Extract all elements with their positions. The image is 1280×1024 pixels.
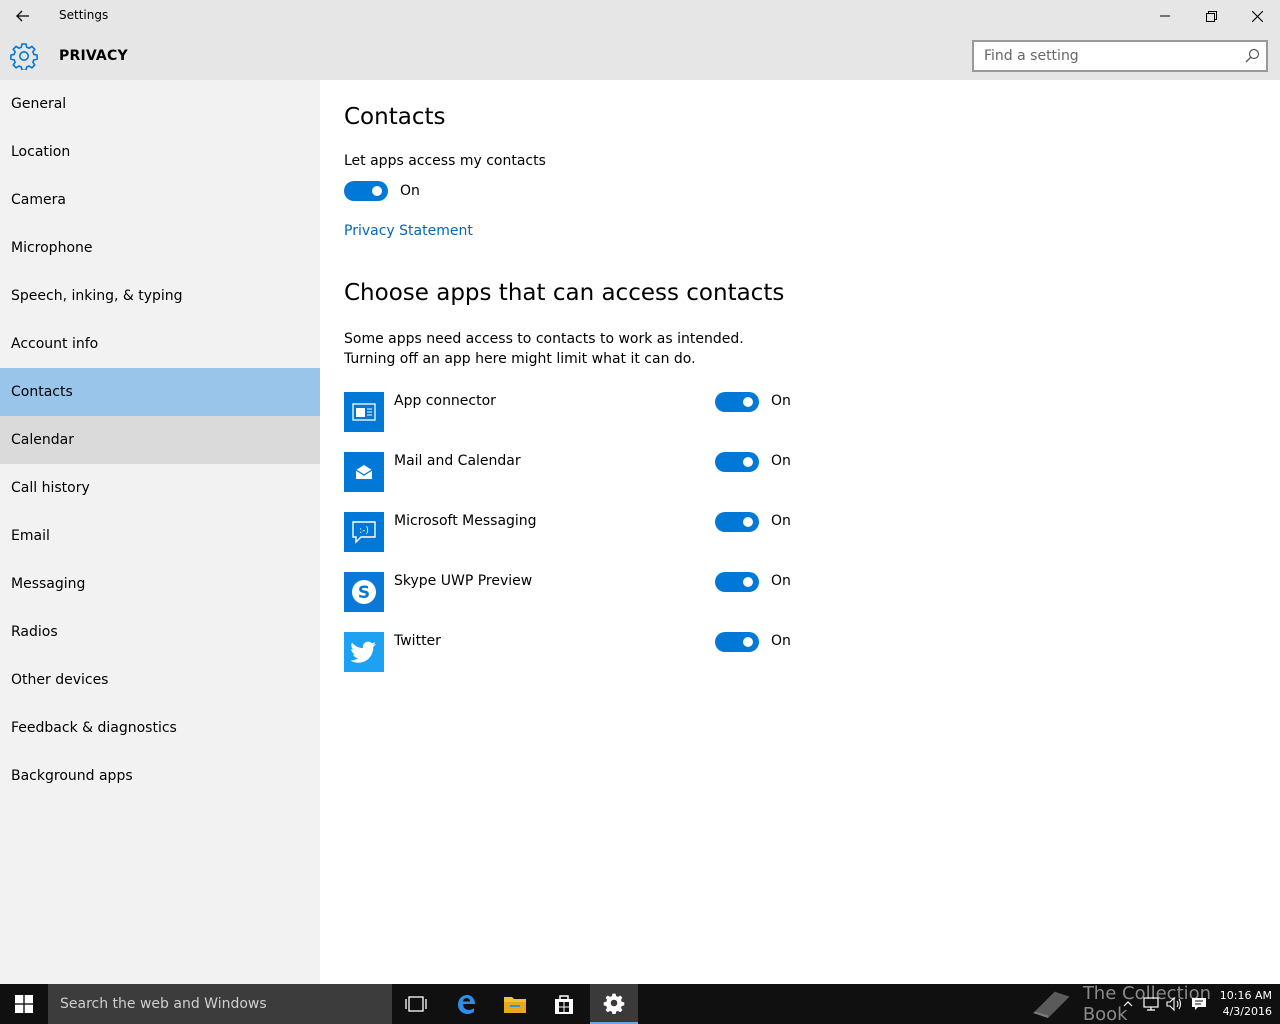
sidebar-item-other-devices[interactable]: Other devices [0, 656, 320, 704]
minimize-button[interactable] [1142, 0, 1188, 32]
window-title: Settings [59, 8, 109, 22]
restore-button[interactable] [1188, 0, 1234, 32]
sidebar-item-calendar[interactable]: Calendar [0, 416, 320, 464]
windows-logo-icon [15, 995, 33, 1013]
action-center-icon [1192, 998, 1206, 1010]
sidebar-item-call-history[interactable]: Call history [0, 464, 320, 512]
store-icon [555, 995, 573, 1014]
sidebar-item-background-apps[interactable]: Background apps [0, 752, 320, 800]
tray-chevron[interactable] [1118, 984, 1138, 1024]
app-name: Mail and Calendar [394, 453, 521, 469]
twitter-toggle[interactable] [715, 632, 759, 652]
mail-calendar-toggle[interactable] [715, 452, 759, 472]
sidebar-item-feedback[interactable]: Feedback & diagnostics [0, 704, 320, 752]
minimize-icon [1160, 15, 1170, 17]
start-button[interactable] [0, 984, 48, 1024]
svg-text::-): :-) [359, 526, 369, 536]
svg-text:S: S [358, 583, 370, 603]
gear-icon [10, 43, 38, 70]
sidebar-nav: General Location Camera Microphone Speec… [0, 80, 320, 984]
search-input[interactable] [974, 42, 1238, 70]
app-name: Microsoft Messaging [394, 513, 537, 529]
sidebar-item-email[interactable]: Email [0, 512, 320, 560]
search-icon[interactable] [1244, 48, 1260, 64]
sidebar-item-contacts[interactable]: Contacts [0, 368, 320, 416]
edge-icon [458, 995, 475, 1014]
back-button[interactable] [0, 0, 46, 32]
main-content: Contacts Let apps access my contacts On … [320, 80, 1280, 984]
clock-time: 10:16 AM [1219, 989, 1272, 1002]
file-explorer-button[interactable] [491, 984, 539, 1024]
sidebar-item-account-info[interactable]: Account info [0, 320, 320, 368]
toggle-state: On [771, 513, 791, 529]
tray-volume[interactable] [1164, 984, 1186, 1024]
sidebar-item-location[interactable]: Location [0, 128, 320, 176]
privacy-statement-link[interactable]: Privacy Statement [344, 223, 473, 239]
skype-icon: S [344, 572, 384, 612]
list-item-skype: S Skype UWP Preview On [344, 572, 804, 612]
close-button[interactable] [1234, 0, 1280, 32]
list-item-microsoft-messaging: :-) Microsoft Messaging On [344, 512, 804, 552]
edge-button[interactable] [442, 984, 490, 1024]
apps-description: Some apps need access to contacts to wor… [344, 331, 744, 367]
clock-date: 4/3/2016 [1222, 1005, 1272, 1018]
file-explorer-icon [504, 997, 526, 1013]
settings-header: PRIVACY [0, 32, 1280, 80]
taskbar: Search the web and Windows The Collectio… [0, 983, 1280, 1024]
restore-icon [1205, 10, 1217, 22]
list-item-twitter: Twitter On [344, 632, 804, 672]
book-icon [1033, 991, 1070, 1018]
tray-network[interactable] [1140, 984, 1162, 1024]
settings-taskbar-button[interactable] [590, 984, 638, 1024]
task-view-icon [405, 996, 427, 1012]
task-view-button[interactable] [392, 984, 440, 1024]
page-section-title: PRIVACY [59, 48, 128, 64]
title-bar: Settings [0, 0, 1280, 32]
sidebar-item-camera[interactable]: Camera [0, 176, 320, 224]
app-name: Twitter [394, 633, 441, 649]
app-connector-toggle[interactable] [715, 392, 759, 412]
app-name: Skype UWP Preview [394, 573, 533, 589]
mail-icon [344, 452, 384, 492]
close-icon [1251, 10, 1263, 22]
toggle-state: On [771, 453, 791, 469]
app-connector-icon [344, 392, 384, 432]
list-item-mail-calendar: Mail and Calendar On [344, 452, 804, 492]
tray-action-center[interactable] [1188, 984, 1210, 1024]
taskbar-search[interactable]: Search the web and Windows [48, 984, 392, 1024]
master-toggle-state: On [400, 183, 420, 199]
sidebar-item-radios[interactable]: Radios [0, 608, 320, 656]
taskbar-clock[interactable]: 10:16 AM 4/3/2016 [1208, 988, 1272, 1020]
twitter-icon [344, 632, 384, 672]
sidebar-item-microphone[interactable]: Microphone [0, 224, 320, 272]
toggle-state: On [771, 633, 791, 649]
skype-toggle[interactable] [715, 572, 759, 592]
messaging-icon: :-) [344, 512, 384, 552]
search-box[interactable] [972, 40, 1268, 72]
microsoft-messaging-toggle[interactable] [715, 512, 759, 532]
sidebar-item-speech[interactable]: Speech, inking, & typing [0, 272, 320, 320]
store-button[interactable] [540, 984, 588, 1024]
toggle-state: On [771, 573, 791, 589]
apps-section-title: Choose apps that can access contacts [344, 280, 785, 306]
network-icon [1143, 997, 1159, 1011]
chevron-up-icon [1123, 1001, 1133, 1007]
settings-icon [603, 993, 625, 1014]
toggle-state: On [771, 393, 791, 409]
sidebar-item-messaging[interactable]: Messaging [0, 560, 320, 608]
app-name: App connector [394, 393, 496, 409]
master-contacts-toggle[interactable] [344, 181, 388, 201]
master-toggle-label: Let apps access my contacts [344, 153, 546, 169]
volume-icon [1166, 997, 1182, 1011]
list-item-app-connector: App connector On [344, 392, 804, 432]
sidebar-item-general[interactable]: General [0, 80, 320, 128]
back-arrow-icon [16, 10, 29, 22]
page-title: Contacts [344, 104, 446, 130]
